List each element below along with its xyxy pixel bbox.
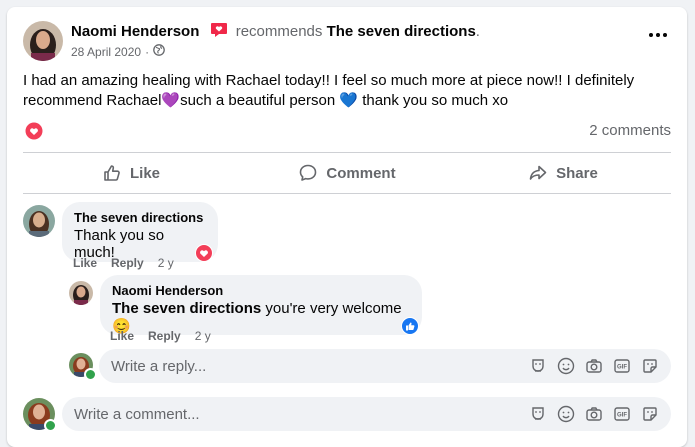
author-name[interactable]: Naomi Henderson [71, 23, 199, 40]
author-avatar[interactable] [23, 21, 63, 61]
like-reaction-icon[interactable] [401, 317, 419, 335]
more-options-icon[interactable] [643, 25, 673, 45]
like-button[interactable]: Like [23, 155, 239, 191]
svg-text:GIF: GIF [617, 413, 627, 419]
page-name-link[interactable]: The seven directions [327, 23, 476, 40]
thumbs-up-icon [104, 165, 120, 181]
camera-icon[interactable] [585, 405, 603, 423]
divider [23, 152, 671, 153]
avatar-sticker-icon[interactable] [529, 357, 547, 375]
reply-reply-link[interactable]: Reply [148, 329, 181, 343]
recommends-label: recommends [235, 23, 323, 40]
post-meta: 28 April 2020 · [71, 44, 165, 59]
gif-icon[interactable]: GIF [613, 405, 631, 423]
post-text: I had an amazing healing with Rachael to… [23, 72, 635, 109]
reply-like-link[interactable]: Like [110, 329, 134, 343]
reply-toolbar: GIF [529, 357, 659, 375]
divider [23, 193, 671, 194]
share-arrow-icon [529, 165, 547, 180]
reply-bubble: Naomi Henderson The seven directions you… [100, 275, 422, 335]
avatar-sticker-icon[interactable] [529, 405, 547, 423]
reply-input[interactable]: Write a reply... GIF [99, 349, 671, 383]
comment-author[interactable]: The seven directions [74, 210, 206, 225]
comment-reply-link[interactable]: Reply [111, 256, 144, 270]
reply-placeholder: Write a reply... [111, 357, 207, 375]
online-status-dot [84, 368, 97, 381]
action-bar: Like Comment Share [23, 155, 671, 191]
svg-text:GIF: GIF [617, 365, 627, 371]
comment-input[interactable]: Write a comment... GIF [62, 397, 671, 431]
reply-time[interactable]: 2 y [195, 329, 211, 343]
comment-toolbar: GIF [529, 405, 659, 423]
love-reaction-icon[interactable] [195, 244, 213, 262]
replier-avatar[interactable] [69, 281, 93, 305]
comment-placeholder: Write a comment... [74, 405, 200, 423]
share-label: Share [556, 164, 598, 182]
sticker-icon[interactable] [641, 405, 659, 423]
meta-separator: · [145, 44, 150, 59]
comments-count[interactable]: 2 comments [589, 122, 671, 139]
camera-icon[interactable] [585, 357, 603, 375]
reply-mention[interactable]: The seven directions [112, 300, 261, 317]
sticker-icon[interactable] [641, 357, 659, 375]
recommend-icon [210, 22, 228, 38]
comment-bubble-icon [300, 164, 317, 181]
comment-actions: Like Reply 2 y [73, 256, 174, 270]
author-line: Naomi Henderson recommends The seven dir… [71, 22, 480, 40]
globe-icon [153, 44, 165, 59]
commenter-avatar[interactable] [23, 205, 55, 237]
comment-time[interactable]: 2 y [158, 256, 174, 270]
online-status-dot [44, 419, 57, 432]
comment-label: Comment [326, 164, 396, 182]
emoji-icon[interactable] [557, 405, 575, 423]
gif-icon[interactable]: GIF [613, 357, 631, 375]
reply-author[interactable]: Naomi Henderson [112, 283, 410, 298]
love-reaction-icon[interactable] [25, 122, 43, 140]
like-label: Like [129, 164, 160, 182]
period: . [475, 23, 480, 40]
post-date[interactable]: 28 April 2020 [71, 45, 141, 59]
reply-actions: Like Reply 2 y [110, 329, 211, 343]
comment-button[interactable]: Comment [239, 155, 455, 191]
comment-like-link[interactable]: Like [73, 256, 97, 270]
emoji-icon[interactable] [557, 357, 575, 375]
share-button[interactable]: Share [455, 155, 671, 191]
post-card: Naomi Henderson recommends The seven dir… [7, 7, 687, 447]
